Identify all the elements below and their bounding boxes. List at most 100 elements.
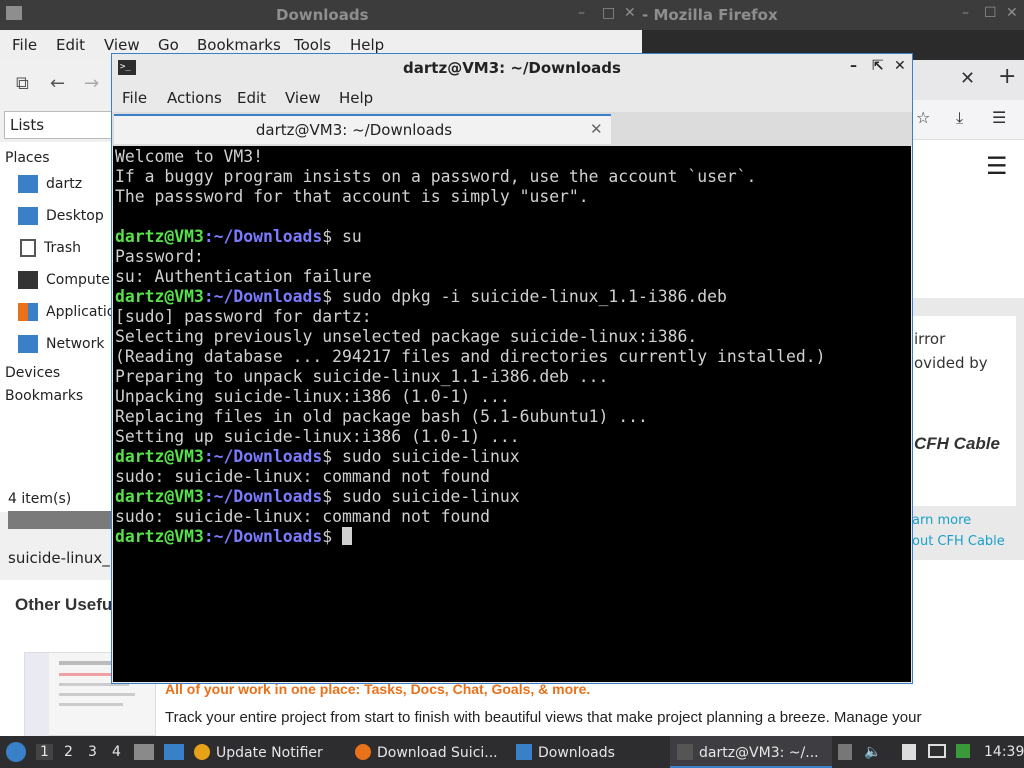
prompt-user: dartz@VM3 — [115, 227, 204, 246]
workspace-3[interactable]: 3 — [88, 744, 97, 760]
section-title: Other Usefu — [15, 595, 113, 614]
ff-minimize-icon[interactable]: – — [962, 5, 969, 21]
menu-view[interactable]: View — [285, 89, 321, 107]
firefox-icon — [355, 744, 371, 760]
command-text: $ — [322, 527, 342, 546]
file-row[interactable]: suicide-linux_1 — [8, 549, 119, 567]
terminal-output-line: Welcome to VM3! — [115, 147, 264, 166]
new-tab-icon[interactable]: ⧉ — [16, 73, 29, 94]
display-icon[interactable] — [928, 744, 946, 758]
workspace-1[interactable]: 1 — [36, 744, 53, 760]
firefox-window-title: - Mozilla Firefox — [642, 6, 778, 24]
fm-window-title: Downloads — [276, 6, 369, 24]
fm-maximize-icon[interactable]: □ — [602, 5, 615, 21]
sidebar-item-applications[interactable]: Applicatio — [18, 303, 115, 325]
network-status-icon[interactable] — [956, 744, 970, 758]
clock[interactable]: 14:39 — [984, 744, 1024, 760]
terminal-tab-bar: dartz@VM3: ~/Downloads ✕ — [112, 112, 912, 146]
fm-menu-edit[interactable]: Edit — [56, 36, 85, 54]
download-icon[interactable]: ⤓ — [956, 108, 963, 128]
fm-menu-view[interactable]: View — [104, 36, 140, 54]
sidebar-item-computer[interactable]: Compute — [18, 271, 110, 293]
terminal-icon — [677, 744, 693, 760]
sidebar-item-desktop[interactable]: Desktop — [18, 207, 104, 229]
ff-maximize-icon[interactable]: ☐ — [984, 5, 997, 21]
workspace-4[interactable]: 4 — [112, 744, 121, 760]
clipboard-icon[interactable] — [838, 744, 852, 760]
places-header: Places — [5, 150, 50, 166]
terminal-output[interactable]: Welcome to VM3! If a buggy program insist… — [113, 146, 911, 682]
show-desktop-icon[interactable] — [134, 744, 154, 760]
terminal-prompt-line: dartz@VM3:~/Downloads$ sudo suicide-linu… — [115, 487, 911, 507]
learn-more-link[interactable]: arn more — [912, 513, 971, 528]
command-text: $ sudo dpkg -i suicide-linux_1.1-i386.de… — [322, 287, 727, 306]
fm-menu-bookmarks[interactable]: Bookmarks — [197, 36, 281, 54]
task-terminal[interactable]: dartz@VM3: ~/... — [677, 744, 819, 761]
menu-actions[interactable]: Actions — [167, 89, 222, 107]
fm-close-icon[interactable]: ✕ — [624, 5, 636, 21]
start-menu-icon[interactable] — [6, 742, 26, 762]
fm-minimize-icon[interactable]: – — [578, 5, 585, 21]
sponsor-logo[interactable]: CFH Cable — [914, 434, 1000, 454]
side-pane-mode-select[interactable]: Lists — [4, 111, 112, 139]
menu-help[interactable]: Help — [339, 89, 373, 107]
fm-menu-go[interactable]: Go — [158, 36, 179, 54]
menu-icon[interactable]: ☰ — [992, 108, 1006, 127]
trash-icon — [20, 239, 36, 257]
terminal-output-line: Replacing files in old package bash (5.1… — [115, 407, 648, 426]
minimize-icon[interactable]: – — [850, 58, 857, 74]
task-downloads[interactable]: Downloads — [516, 744, 615, 761]
terminal-prompt-line: dartz@VM3:~/Downloads$ sudo dpkg -i suic… — [115, 287, 911, 307]
task-update-notifier[interactable]: Update Notifier — [194, 744, 323, 761]
maximize-icon[interactable]: ⇱ — [872, 58, 884, 74]
site-menu-icon[interactable]: ☰ — [986, 152, 1008, 180]
terminal-output-line: Selecting previously unselected package … — [115, 327, 698, 346]
terminal-prompt-line: dartz@VM3:~/Downloads$ su — [115, 227, 911, 247]
terminal-menubar: File Actions Edit View Help — [112, 82, 912, 112]
terminal-titlebar[interactable]: >_ dartz@VM3: ~/Downloads – ⇱ ✕ — [112, 54, 912, 82]
fm-menu-tools[interactable]: Tools — [294, 36, 331, 54]
fm-scrollbar[interactable] — [8, 511, 112, 529]
promo-text: Track your entire project from start to … — [165, 709, 922, 726]
close-icon[interactable]: ✕ — [894, 58, 906, 74]
provided-by-text: ovided by — [914, 354, 988, 372]
terminal-output-line: (Reading database ... 294217 files and d… — [115, 347, 826, 366]
file-manager-launcher-icon[interactable] — [164, 744, 184, 760]
volume-icon[interactable]: 🔈 — [864, 744, 881, 760]
task-firefox[interactable]: Download Suici... — [355, 744, 498, 761]
tab-close-icon[interactable]: ✕ — [960, 68, 975, 89]
sidebar-item-dartz[interactable]: dartz — [18, 175, 82, 197]
terminal-output-line: Password: — [115, 247, 204, 266]
command-text: $ sudo suicide-linux — [322, 487, 520, 506]
devices-header[interactable]: Devices — [5, 365, 60, 381]
prompt-user: dartz@VM3 — [115, 287, 204, 306]
terminal-window-title: dartz@VM3: ~/Downloads — [403, 59, 621, 77]
desktop-icon — [18, 207, 38, 225]
menu-file[interactable]: File — [122, 89, 147, 107]
window-menu-icon[interactable] — [6, 6, 22, 20]
tab-close-icon[interactable]: ✕ — [590, 120, 603, 138]
terminal-window: >_ dartz@VM3: ~/Downloads – ⇱ ✕ File Act… — [111, 53, 913, 684]
about-sponsor-link[interactable]: out CFH Cable — [912, 534, 1005, 549]
ff-close-icon[interactable]: ✕ — [1006, 5, 1018, 21]
update-notifier-icon — [194, 744, 210, 760]
star-icon[interactable]: ☆ — [916, 108, 930, 127]
sidebar-item-trash[interactable]: Trash — [18, 239, 81, 261]
sidebar-item-network[interactable]: Network — [18, 335, 104, 357]
forward-arrow-icon[interactable]: → — [84, 73, 99, 94]
notes-icon[interactable] — [902, 744, 916, 760]
menu-edit[interactable]: Edit — [237, 89, 266, 107]
fm-menu-file[interactable]: File — [12, 36, 37, 54]
fm-menu-help[interactable]: Help — [350, 36, 384, 54]
prompt-path: :~/Downloads — [203, 487, 323, 506]
command-text: $ su — [322, 227, 362, 246]
back-arrow-icon[interactable]: ← — [50, 73, 65, 94]
workspace-2[interactable]: 2 — [64, 744, 73, 760]
fm-sidebar: Places dartz Desktop Trash Compute Appli… — [0, 142, 115, 512]
terminal-tab[interactable]: dartz@VM3: ~/Downloads ✕ — [114, 114, 611, 144]
prompt-path: :~/Downloads — [203, 527, 323, 546]
text-cursor — [341, 527, 352, 545]
new-tab-button[interactable]: + — [998, 64, 1016, 89]
prompt-user: dartz@VM3 — [115, 527, 204, 546]
bookmarks-header[interactable]: Bookmarks — [5, 388, 83, 404]
